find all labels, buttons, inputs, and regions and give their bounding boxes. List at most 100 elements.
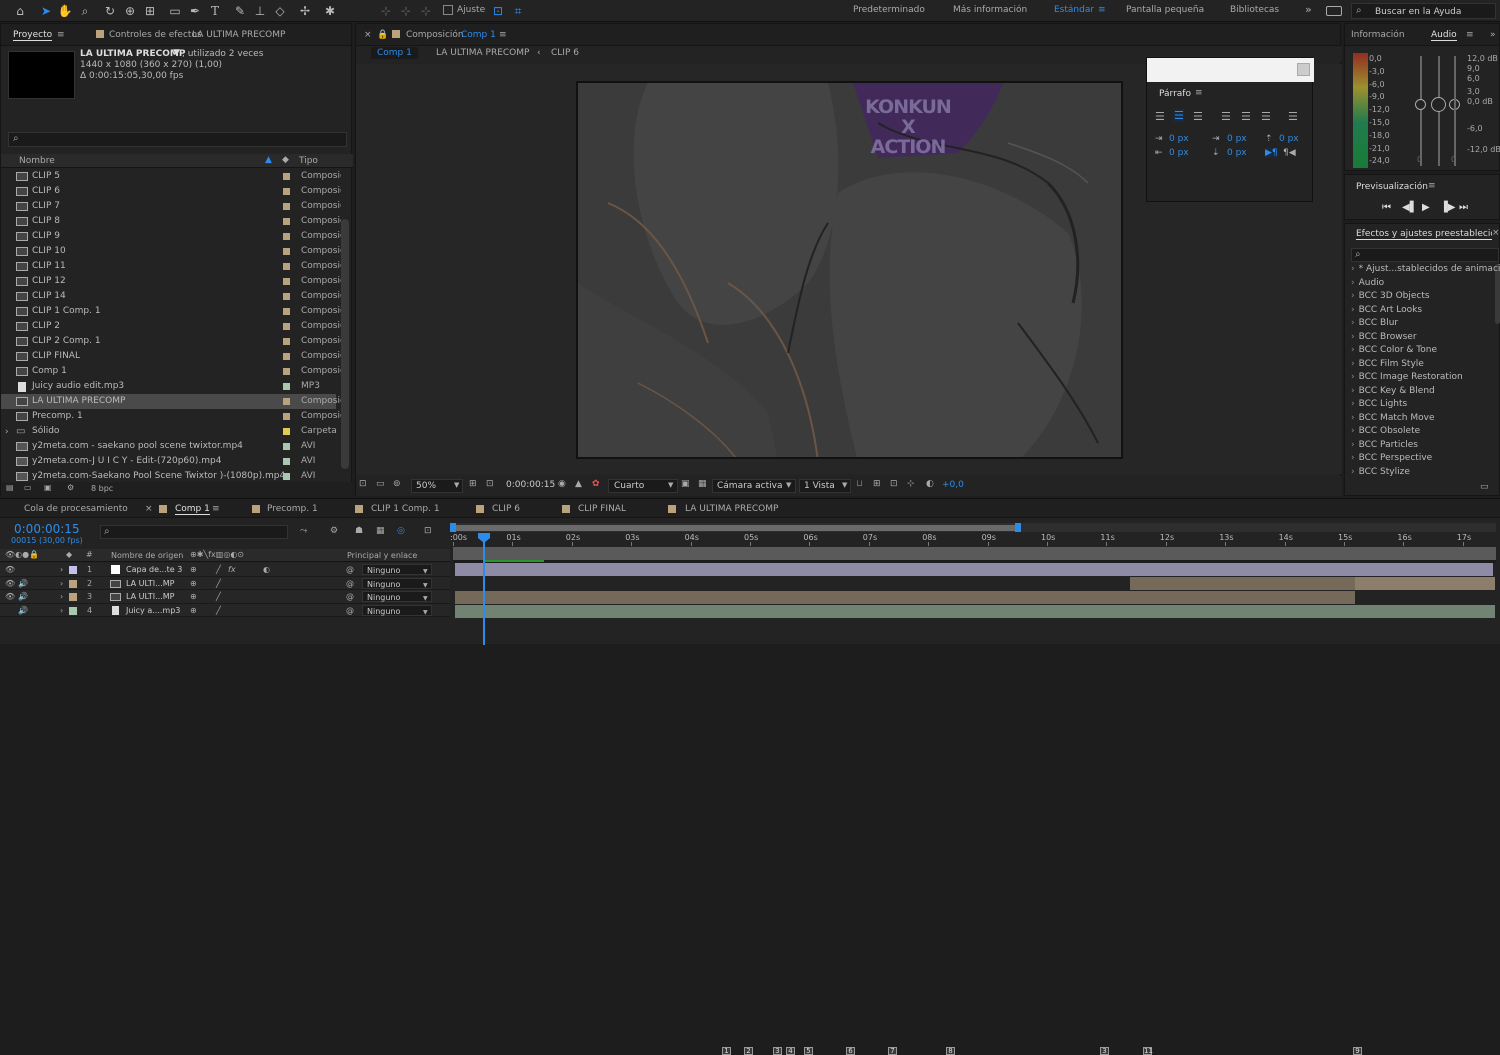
project-item-label[interactable] [283, 458, 290, 465]
expand-arrow-icon[interactable]: › [60, 590, 63, 604]
paragraph-close-button[interactable] [1297, 63, 1310, 76]
quality-switch-icon[interactable]: ╱ [216, 590, 221, 604]
paragraph-menu-icon[interactable]: ≡ [1195, 88, 1203, 98]
project-settings-icon[interactable]: ⚙ [67, 483, 74, 492]
breadcrumb-comp1[interactable]: Comp 1 [371, 47, 418, 59]
zoom-dropdown[interactable]: 50% ▼ [411, 479, 463, 493]
rtl-direction-icon[interactable]: ¶◀ [1283, 148, 1296, 158]
last-frame-icon[interactable]: ⏭ [1459, 202, 1468, 213]
comp-marker[interactable]: 5 [804, 1047, 813, 1055]
comp-mini-flowchart-icon[interactable]: ⤳ [300, 526, 307, 536]
color-channels-icon[interactable]: ✿ [592, 479, 600, 489]
zoom-tool-icon[interactable]: ⌕ [77, 3, 93, 19]
audio-speaker-icon[interactable]: 🔊 [18, 604, 28, 618]
effects-category[interactable]: › BCC Film Style [1351, 358, 1424, 372]
quality-switch-icon[interactable]: ╱ [216, 604, 221, 618]
panel-overflow-icon[interactable]: » [1490, 30, 1496, 40]
time-ruler[interactable]: :00s 01s 02s 03s 04s 05s 06s 07s 08s 09s 10s 11s 12s… [450, 532, 1496, 546]
justify-left-icon[interactable]: ☰ [1221, 110, 1231, 123]
fx-switch-icon[interactable]: fx [228, 563, 236, 577]
snap-checkbox[interactable] [443, 5, 453, 15]
layer-bar-precomp-3[interactable] [455, 591, 1355, 604]
tab-comp1[interactable]: Comp 1 [175, 504, 210, 515]
indent-right-value[interactable]: 0 px [1169, 148, 1189, 158]
effects-category[interactable]: › BCC Blur [1351, 317, 1398, 331]
region-icon[interactable]: ⊡ [486, 479, 494, 489]
layer-name[interactable]: Juicy a....mp3 [126, 604, 180, 618]
workspace-predeterminado[interactable]: Predeterminado [853, 5, 925, 15]
help-search-placeholder[interactable]: Buscar en la Ayuda [1375, 7, 1461, 17]
monitor-icon[interactable]: ▭ [376, 479, 385, 489]
effects-category[interactable]: › Audio [1351, 277, 1384, 291]
project-item-label[interactable] [283, 428, 290, 435]
draft-3d-icon[interactable]: ⚙ [330, 526, 338, 536]
fast-previews-icon[interactable]: ⊞ [873, 479, 881, 489]
preview-menu-icon[interactable]: ≡ [1428, 181, 1436, 191]
effects-category[interactable]: › BCC Match Move [1351, 412, 1435, 426]
project-item-label[interactable] [283, 323, 290, 330]
project-item-label[interactable] [283, 308, 290, 315]
project-item-label[interactable] [283, 413, 290, 420]
eye-visibility-icon[interactable]: 👁 [5, 577, 15, 591]
column-type[interactable]: Tipo [299, 156, 318, 166]
column-name[interactable]: Nombre [19, 156, 55, 166]
close-tab-icon[interactable]: × [145, 504, 153, 514]
layer-bar-precomp-2a[interactable] [1130, 577, 1355, 590]
comp-marker[interactable]: 11 [1143, 1047, 1153, 1055]
workspace-pantalla-pequena[interactable]: Pantalla pequeña [1126, 5, 1204, 15]
comp-marker[interactable]: 3 [1100, 1047, 1109, 1055]
workspace-menu-icon[interactable]: ≡ [1098, 5, 1106, 15]
expand-arrow-icon[interactable]: › [60, 604, 63, 618]
snap-feature-icon[interactable]: ⌗ [510, 3, 526, 19]
tab-project-menu-icon[interactable]: ≡ [57, 30, 65, 40]
home-icon[interactable]: ⌂ [12, 3, 28, 19]
sort-ascending-icon[interactable]: ▲ [265, 155, 272, 165]
comp-marker[interactable]: 4 [786, 1047, 795, 1055]
layer-name[interactable]: LA ULTI...MP [126, 590, 174, 604]
exposure-value[interactable]: +0,0 [942, 480, 964, 490]
shy-switch-icon[interactable]: ⊕ [190, 563, 197, 577]
comp-marker[interactable]: 1 [722, 1047, 731, 1055]
tab-effect-controls[interactable]: Controles de efectos [109, 30, 202, 40]
mask-visibility-icon[interactable]: ⊚ [393, 479, 401, 489]
effects-category[interactable]: › BCC Lights [1351, 398, 1407, 412]
tab-audio[interactable]: Audio [1431, 30, 1457, 41]
pan-behind-tool-icon[interactable]: ⊞ [142, 3, 158, 19]
effects-category[interactable]: › BCC Stylize [1351, 466, 1410, 480]
comp-marker[interactable]: 2 [744, 1047, 753, 1055]
project-item-label[interactable] [283, 173, 290, 180]
snapshot-icon[interactable]: ◉ [558, 479, 566, 489]
layer-label-color[interactable] [69, 606, 77, 615]
timeline-layer-row[interactable]: 👁 🔊 › 2 LA ULTI...MP ⊕ ╱ @ Ninguno ▼ [0, 576, 450, 591]
project-item-label[interactable] [283, 293, 290, 300]
timeline-layer-row[interactable]: 👁 › 1 Capa de...te 3 ⊕ ╱ fx ◐ @ Ninguno ▼ [0, 563, 450, 577]
close-tab-icon[interactable]: × [364, 30, 372, 40]
breadcrumb-la-ultima-precomp[interactable]: LA ULTIMA PRECOMP [436, 48, 529, 58]
effects-category[interactable]: › BCC Art Looks [1351, 304, 1422, 318]
target-region-icon[interactable]: ▣ [681, 479, 690, 489]
viewer-timecode[interactable]: 0:00:00:15 [506, 480, 555, 490]
project-item-label[interactable] [283, 398, 290, 405]
comp-marker[interactable]: 6 [846, 1047, 855, 1055]
project-scrollbar[interactable] [341, 219, 349, 469]
quality-switch-icon[interactable]: ╱ [216, 563, 221, 577]
effects-category[interactable]: › BCC Image Restoration [1351, 371, 1463, 385]
align-left-icon[interactable]: ☰ [1155, 110, 1165, 123]
timeline-layer-row[interactable]: 🔊 › 4 Juicy a....mp3 ⊕ ╱ @ Ninguno ▼ [0, 603, 450, 618]
label-column-icon[interactable]: ◆ [66, 550, 72, 559]
layer-label-color[interactable] [69, 579, 77, 588]
grid-guides-icon[interactable]: ⊞ [469, 479, 477, 489]
project-item[interactable]: CLIP 9 Composición [1, 229, 341, 244]
work-area-end-handle[interactable] [1015, 523, 1021, 532]
parent-dropdown[interactable]: Ninguno ▼ [362, 564, 432, 575]
project-item[interactable]: y2meta.com-J U I C Y - Edit-(720p60).mp4… [1, 454, 336, 469]
expand-arrow-icon[interactable]: › [5, 425, 9, 440]
hand-tool-icon[interactable]: ✋ [57, 3, 73, 19]
tab-clip6[interactable]: CLIP 6 [492, 504, 520, 514]
rotate-tool-icon[interactable]: ↻ [102, 3, 118, 19]
puppet-tool-icon[interactable]: ✱ [322, 3, 338, 19]
tab-render-queue[interactable]: Cola de procesamiento [24, 504, 128, 514]
project-item[interactable]: CLIP FINAL Composición [1, 349, 341, 364]
indent-left-value[interactable]: 0 px [1169, 134, 1189, 144]
parent-dropdown[interactable]: Ninguno ▼ [362, 604, 432, 616]
